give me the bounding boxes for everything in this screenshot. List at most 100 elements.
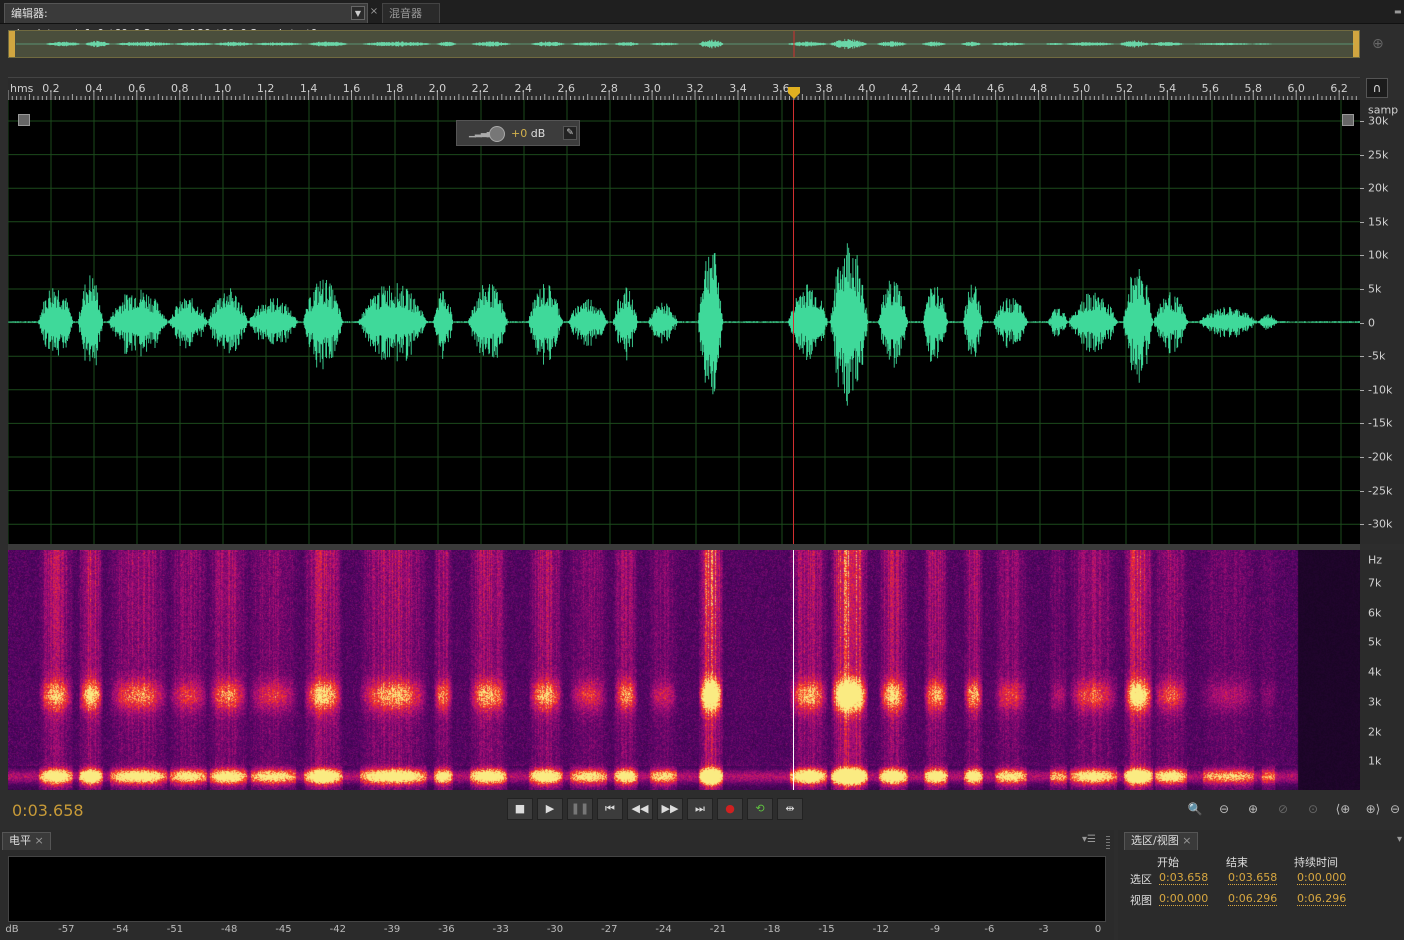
hz-axis-label: 5k [1368,635,1382,649]
tab-levels[interactable]: 电平 × [2,832,51,850]
waveform-display[interactable] [8,100,1360,544]
rewind-button[interactable]: ◀◀ [627,798,653,820]
sample-axis-label: -5k [1368,349,1386,363]
zoom-out-amplitude-icon[interactable]: ⊖ [1213,801,1235,819]
ruler-label: 4.0 [858,82,876,95]
fast-forward-button[interactable]: ▶▶ [657,798,683,820]
ruler-label: 3.4 [729,82,747,95]
selection-tab-label: 选区/视图 [1131,834,1179,847]
hz-axis-label: 3k [1368,695,1382,709]
zoom-in-right-icon[interactable]: ⊕⟩ [1362,801,1384,819]
level-scale-label: -39 [383,924,401,935]
selection-end[interactable]: 0:03.658 [1228,871,1278,885]
levels-menu-icon[interactable]: ▾☰ [1082,834,1096,845]
tab-selection-view[interactable]: 选区/视图 × [1124,832,1199,850]
zoom-in-left-icon[interactable]: ⟨⊕ [1332,801,1354,819]
timecode-display[interactable]: 0:03.658 [12,801,84,820]
playhead-marker-icon[interactable] [787,86,801,100]
sample-axis-label: 10k [1368,248,1389,262]
gain-value[interactable]: +0 [511,127,527,140]
pause-button[interactable]: ❚❚ [567,798,593,820]
tab-editor[interactable]: 编辑器: simulate_role1_0_t60_0.2_role2_180_… [4,3,368,40]
ruler-label: 4.2 [900,82,919,95]
ruler-label: 2.6 [557,82,575,95]
ruler-label: 1.8 [385,82,404,95]
ruler-label: 2.0 [428,82,447,95]
headphone-icon[interactable]: ∩ [1366,78,1388,98]
gain-knob[interactable] [489,126,505,142]
sample-axis: samp 30k 25k 20k 15k 10k 5k 0 -5k -10k -15k -20k -2… [1360,100,1404,544]
zoom-icon[interactable]: ⊕ [1372,36,1390,54]
panel-grip[interactable] [1106,836,1110,850]
header-duration: 持续时间 [1294,856,1338,869]
level-scale-label: -27 [601,924,618,935]
level-scale-label: -21 [709,924,727,935]
playhead-line-spectral [793,550,794,790]
panel-menu-icon[interactable]: ▬ [1394,7,1404,16]
ruler-label: 0.4 [85,82,103,95]
level-scale-label: -57 [58,924,75,935]
hz-axis-label: 4k [1368,665,1382,679]
ruler-label: 5.4 [1158,82,1177,95]
sample-axis-label: 5k [1368,282,1382,296]
hud-gain-control[interactable]: ▁▂▃▄ +0 dB ✎ [456,120,580,146]
zoom-in-amplitude-icon[interactable]: 🔍 [1184,801,1206,819]
selection-menu-icon[interactable]: ▾ [1397,834,1402,845]
sample-axis-tick [1360,289,1364,290]
ruler-label: 6.2 [1330,82,1348,95]
pin-icon[interactable]: ✎ [563,126,577,140]
corner-right-icon[interactable] [1342,114,1354,126]
time-ruler[interactable]: hms 0.2 0.4 0.6 0.8 1.0 1.2 1.4 1.6 1.8 2.0 2.2 2.4… [8,77,1360,100]
level-scale: dB -57 -54 -51 -48 -45 -42 -39 -36 -33 -30 -27 -24 -2… [0,924,1114,938]
ruler-label: 3.2 [686,82,704,95]
selection-start[interactable]: 0:03.658 [1159,871,1209,885]
level-scale-label: -15 [818,924,835,935]
level-scale-label: -24 [655,924,672,935]
ruler-label: 0.2 [42,82,60,95]
stop-button[interactable]: ■ [507,798,533,820]
zoom-selection-icon[interactable]: ⊘ [1272,801,1294,819]
close-tab-icon[interactable]: × [368,5,380,19]
overview-left-handle[interactable] [9,31,15,57]
spectral-display[interactable] [8,550,1360,790]
sample-axis-label: 30k [1368,114,1389,128]
loop-button[interactable]: ⟲ [747,798,773,820]
ruler-label: 1.2 [256,82,275,95]
corner-left-icon[interactable] [18,114,30,126]
hz-axis-label: 7k [1368,576,1382,590]
go-to-end-button[interactable]: ⏭ [687,798,713,820]
level-scale-label: dB [5,924,19,935]
sample-axis-label: -10k [1368,383,1393,397]
overview-waveform[interactable] [8,30,1360,58]
tab-mixer[interactable]: 混音器 [382,3,440,23]
ruler-label: 5.2 [1115,82,1134,95]
sample-axis-label: 15k [1368,215,1389,229]
overview-trace [16,38,1354,50]
ruler-label: 0.8 [171,82,189,95]
zoom-in-time-icon[interactable]: ⊕ [1242,801,1264,819]
file-dropdown-icon[interactable]: ▼ [351,6,365,20]
hz-axis-label: 6k [1368,606,1382,620]
level-meter [8,856,1106,922]
ruler-label: 1.0 [213,82,232,95]
view-start[interactable]: 0:00.000 [1159,892,1209,906]
play-button[interactable]: ▶ [537,798,563,820]
go-to-start-button[interactable]: ⏮ [597,798,623,820]
level-scale-label: -48 [221,924,238,935]
zoom-out-edges-icon[interactable]: ⊖ [1388,801,1402,819]
zoom-out-full-icon[interactable]: ⊙ [1302,801,1324,819]
view-end[interactable]: 0:06.296 [1228,892,1278,906]
view-duration[interactable]: 0:06.296 [1297,892,1347,906]
selection-duration[interactable]: 0:00.000 [1297,871,1347,885]
header-start: 开始 [1157,856,1179,869]
skip-selection-button[interactable]: ⇹ [777,798,803,820]
level-scale-label: -33 [492,924,509,935]
record-button[interactable]: ● [717,798,743,820]
document-tab-bar: 编辑器: simulate_role1_0_t60_0.2_role2_180_… [0,0,1404,40]
ruler-label: 0.6 [128,82,146,95]
sample-axis-tick [1360,356,1364,358]
level-scale-label: -45 [275,924,292,935]
sample-axis-label: 0 [1368,316,1375,330]
ruler-label: 3.0 [643,82,661,95]
sample-axis-tick [1360,255,1364,257]
